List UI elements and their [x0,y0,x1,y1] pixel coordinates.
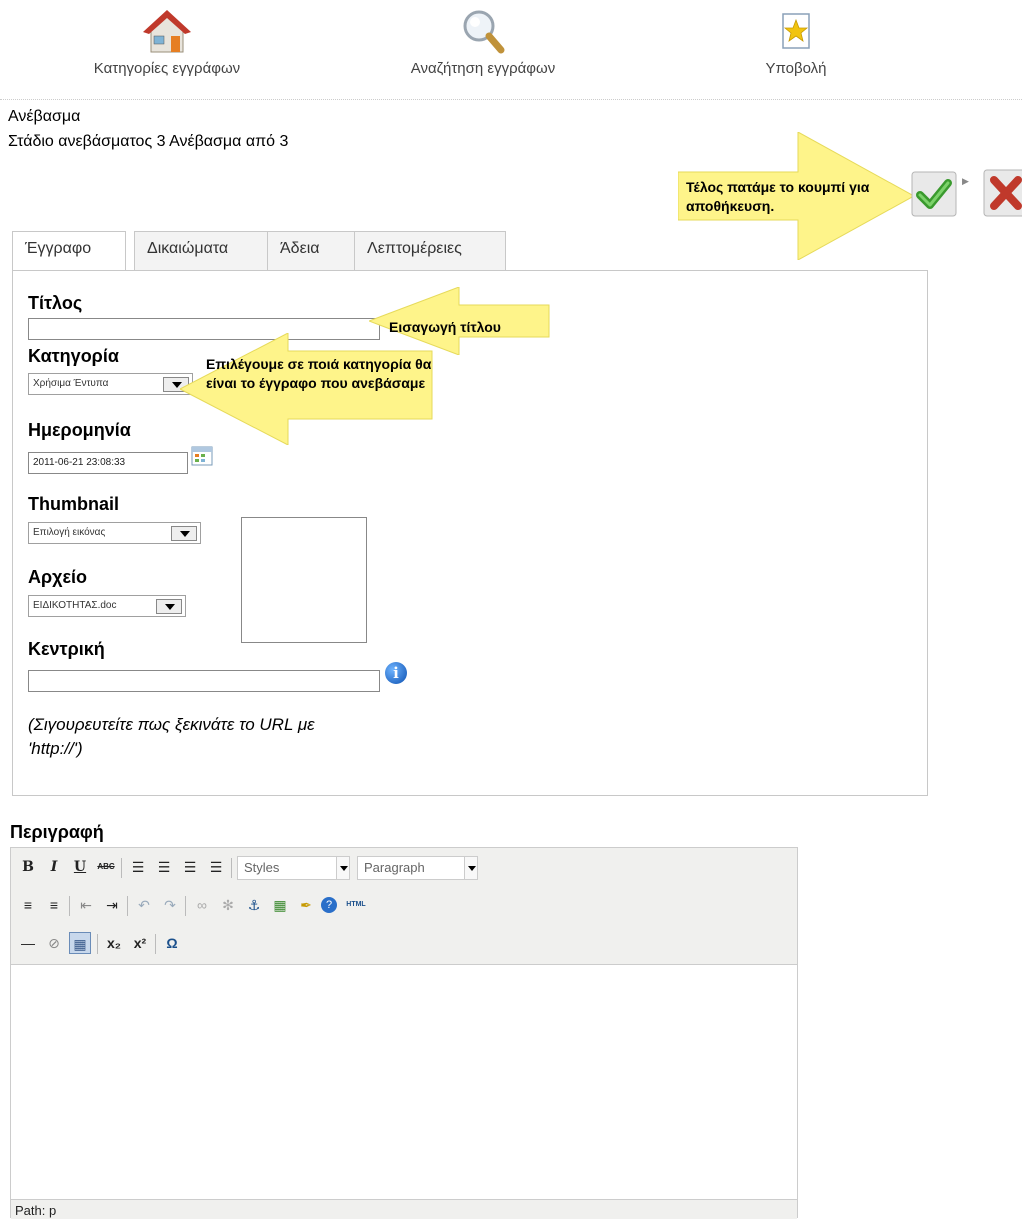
category-callout: Επιλέγουμε σε ποιά κατηγορία θα είναι το… [180,333,434,445]
editor-toolbar: B I U ABC ☰ ☰ ☰ ☰ Styles Paragraph ≡ ≡ ⇤ [11,848,797,965]
horizontal-rule-icon[interactable]: — [17,932,39,954]
table-icon[interactable]: ▦ [69,932,91,954]
chevron-down-icon [336,856,350,880]
nav-label: Αναζήτηση εγγράφων [410,60,556,77]
tab-document[interactable]: Έγγραφο [12,231,126,271]
file-select[interactable]: ΕΙΔΙΚΟΤΗΤΑΣ.doc [28,595,186,617]
date-input[interactable]: 2011-06-21 23:08:33 [28,452,188,474]
url-hint: (Σιγουρευτείτε πως ξεκινάτε το URL με 'h… [28,715,315,758]
description-label: Περιγραφή [10,822,104,842]
thumbnail-select-value: Επιλογή εικόνας [33,527,106,538]
format-select-value: Paragraph [364,860,425,875]
format-select[interactable]: Paragraph [357,856,478,880]
chevron-down-icon [156,599,182,614]
thumbnail-label: Thumbnail [28,494,119,514]
main-url-input[interactable] [28,670,380,692]
align-left-icon[interactable]: ☰ [127,856,149,878]
category-callout-text: Επιλέγουμε σε ποιά κατηγορία θα είναι το… [206,356,432,391]
home-icon [143,10,191,53]
strikethrough-button[interactable]: ABC [95,856,117,878]
special-char-icon[interactable]: Ω [161,932,183,954]
nav-item-categories[interactable]: Κατηγορίες εγγράφων [47,6,287,77]
superscript-button[interactable]: x² [129,932,151,954]
title-label: Τίτλος [28,293,83,313]
editor-path-bar: Path: p [11,1199,797,1219]
save-menu-arrow-icon[interactable]: ▶ [962,176,969,187]
main-label: Κεντρική [28,639,105,659]
description-editor: B I U ABC ☰ ☰ ☰ ☰ Styles Paragraph ≡ ≡ ⇤ [10,847,798,1219]
undo-icon[interactable]: ↶ [133,894,155,916]
redo-icon[interactable]: ↷ [159,894,181,916]
link-icon[interactable]: ∞ [191,894,213,916]
save-button[interactable] [910,170,958,218]
nav-label: Υποβολή [765,60,827,77]
tab-permissions[interactable]: Δικαιώματα [134,231,274,270]
bullet-list-icon[interactable]: ≡ [17,894,39,916]
star-document-icon [782,13,810,49]
outdent-icon[interactable]: ⇤ [75,894,97,916]
date-label: Ημερομηνία [28,420,131,440]
help-icon[interactable]: ? [321,897,337,913]
subscript-button[interactable]: x₂ [103,932,125,954]
thumbnail-preview [241,517,367,643]
file-label: Αρχείο [28,567,88,587]
cleanup-icon[interactable]: ✒ [295,894,317,916]
remove-format-icon[interactable]: ⊘ [43,932,65,954]
numbered-list-icon[interactable]: ≡ [43,894,65,916]
save-callout: Τέλος πατάμε το κουμπί για αποθήκευση. [678,132,918,260]
nav-item-submit[interactable]: Υποβολή [676,6,916,77]
nav-label: Κατηγορίες εγγράφων [93,60,241,77]
category-select-value: Χρήσιμα Έντυπα [33,378,109,389]
info-icon[interactable]: i [385,662,407,684]
styles-select[interactable]: Styles [237,856,350,880]
description-edit-area[interactable] [11,965,797,1199]
align-center-icon[interactable]: ☰ [153,856,175,878]
chevron-down-icon [171,526,197,541]
underline-button[interactable]: U [69,856,91,878]
category-select[interactable]: Χρήσιμα Έντυπα [28,373,193,395]
styles-select-value: Styles [244,860,280,875]
bold-button[interactable]: B [17,856,39,878]
category-label: Κατηγορία [28,346,119,366]
upload-stage: Στάδιο ανεβάσματος 3 Ανέβασμα από 3 [8,133,289,150]
search-icon [463,10,505,54]
top-nav: Κατηγορίες εγγράφων Αναζήτηση εγγράφων Υ… [0,0,1022,100]
anchor-icon[interactable]: ⚓ [243,894,265,916]
align-justify-icon[interactable]: ☰ [205,856,227,878]
italic-button[interactable]: I [43,856,65,878]
indent-icon[interactable]: ⇥ [101,894,123,916]
tab-details[interactable]: Λεπτομέρειες [354,231,506,270]
calendar-icon[interactable] [191,446,213,466]
chevron-down-icon [464,856,478,880]
save-callout-text: Τέλος πατάμε το κουμπί για αποθήκευση. [686,179,870,214]
image-icon[interactable]: ▦ [269,894,291,916]
thumbnail-select[interactable]: Επιλογή εικόνας [28,522,201,544]
cancel-button[interactable] [982,168,1022,218]
nav-item-search[interactable]: Αναζήτηση εγγράφων [363,6,603,77]
unlink-icon[interactable]: ✻ [217,894,239,916]
file-select-value: ΕΙΔΙΚΟΤΗΤΑΣ.doc [33,600,117,611]
align-right-icon[interactable]: ☰ [179,856,201,878]
page-title: Ανέβασμα [8,108,81,125]
html-source-button[interactable]: HTML [345,894,367,916]
tab-license[interactable]: Άδεια [267,231,357,270]
